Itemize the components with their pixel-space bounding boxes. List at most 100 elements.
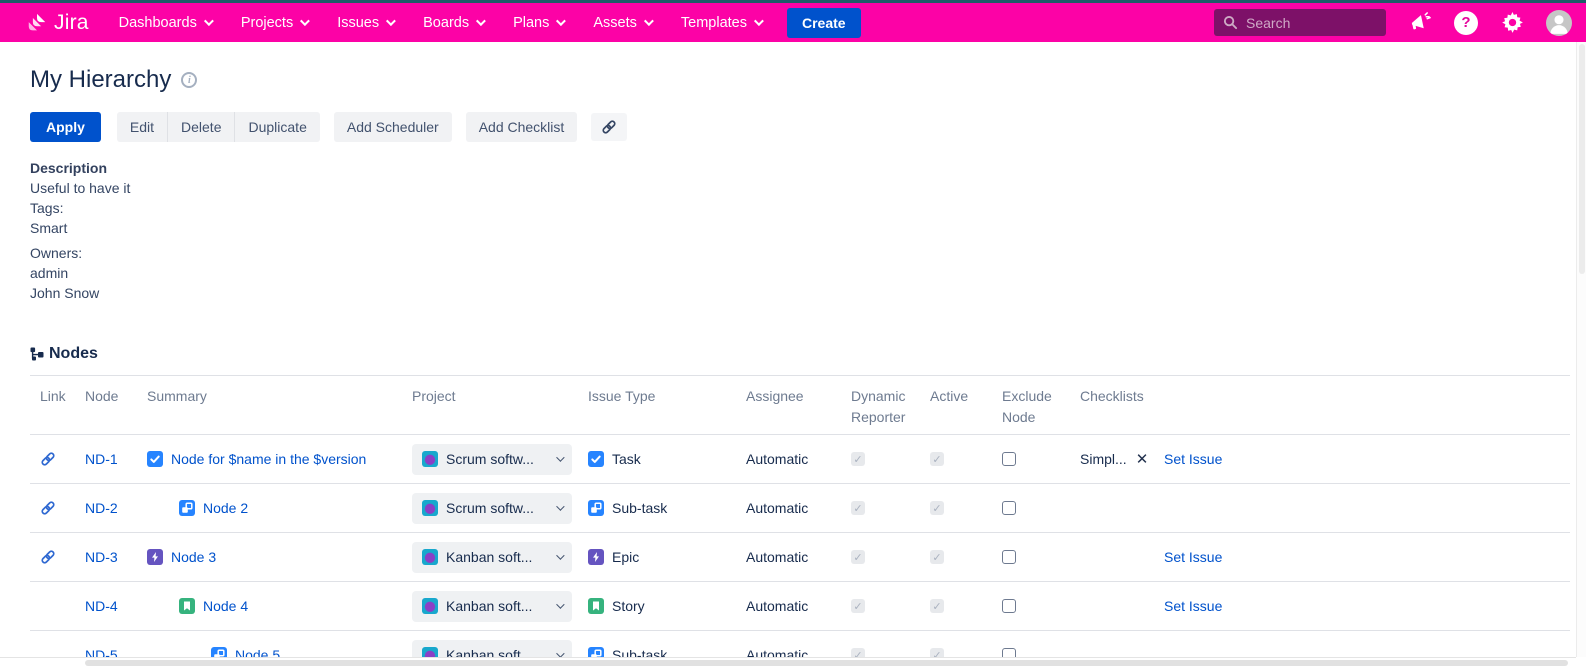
set-issue-link[interactable]: Set Issue [1164, 598, 1222, 614]
checklists-cell: Simpl... ✕Set Issue [1070, 451, 1570, 467]
project-cell: Scrum softw... [402, 444, 578, 475]
exclude-node-checkbox[interactable] [1002, 599, 1016, 613]
node-key-link[interactable]: ND-3 [85, 549, 118, 565]
exclude-node-cell [992, 599, 1070, 613]
description-text: Useful to have it [30, 178, 1570, 198]
link-cell [30, 549, 75, 565]
active-cell: ✓ [920, 501, 992, 515]
node-cell: ND-1 [75, 451, 137, 467]
user-avatar[interactable] [1546, 10, 1572, 36]
table-row: ND-2 Node 2 Scrum softw... Sub-task Auto… [30, 484, 1570, 533]
assignee-cell: Automatic [736, 451, 841, 467]
exclude-node-checkbox[interactable] [1002, 501, 1016, 515]
jira-logo[interactable]: Jira [26, 11, 89, 35]
nav-item-issues[interactable]: Issues [337, 15, 393, 31]
page-title: My Hierarchy [30, 66, 171, 94]
nav-item-templates[interactable]: Templates [681, 15, 761, 31]
horizontal-scrollbar[interactable] [0, 657, 1576, 667]
copy-link-button[interactable] [591, 113, 627, 141]
search-box[interactable] [1214, 9, 1386, 36]
vertical-scrollbar[interactable] [1576, 42, 1586, 657]
dynamic-reporter-checkbox: ✓ [851, 501, 865, 515]
project-avatar-icon [422, 451, 438, 467]
horizontal-scrollbar-thumb[interactable] [85, 660, 1568, 666]
dynamic-reporter-cell: ✓ [841, 550, 920, 564]
project-select[interactable]: Scrum softw... [412, 493, 572, 524]
duplicate-button[interactable]: Duplicate [234, 112, 319, 142]
delete-button[interactable]: Delete [167, 112, 234, 142]
node-key-link[interactable]: ND-4 [85, 598, 118, 614]
col-header-node: Node [75, 376, 137, 434]
project-cell: Kanban soft... [402, 591, 578, 622]
exclude-node-cell [992, 452, 1070, 466]
col-header-assignee: Assignee [736, 376, 841, 434]
search-icon [1223, 15, 1238, 30]
description-heading: Description [30, 158, 1570, 178]
nav-item-boards[interactable]: Boards [423, 15, 483, 31]
set-issue-link[interactable]: Set Issue [1164, 549, 1222, 565]
nodes-table-header: Link Node Summary Project Issue Type Ass… [30, 376, 1570, 435]
issue-type-label: Epic [612, 549, 639, 565]
set-issue-link[interactable]: Set Issue [1164, 451, 1222, 467]
hierarchy-icon [30, 347, 44, 361]
project-select[interactable]: Scrum softw... [412, 444, 572, 475]
table-row: ND-3 Node 3 Kanban soft... Epic Automati… [30, 533, 1570, 582]
subtask-icon [179, 500, 195, 516]
chevron-down-icon [556, 551, 564, 559]
help-icon[interactable]: ? [1454, 11, 1478, 35]
summary-link[interactable]: Node for $name in the $version [171, 451, 366, 467]
edit-button[interactable]: Edit [117, 112, 167, 142]
link-icon[interactable] [40, 549, 56, 565]
exclude-node-cell [992, 550, 1070, 564]
node-cell: ND-3 [75, 549, 137, 565]
col-header-exclude-node: Exclude Node [992, 376, 1070, 434]
exclude-node-checkbox[interactable] [1002, 452, 1016, 466]
nav-item-projects[interactable]: Projects [241, 15, 307, 31]
node-key-link[interactable]: ND-2 [85, 500, 118, 516]
summary-cell: Node 2 [137, 500, 402, 516]
node-key-link[interactable]: ND-1 [85, 451, 118, 467]
nav-item-dashboards[interactable]: Dashboards [119, 15, 211, 31]
col-header-summary: Summary [137, 376, 402, 434]
project-select[interactable]: Kanban soft... [412, 591, 572, 622]
col-header-active: Active [920, 376, 992, 434]
subtask-icon [588, 500, 604, 516]
col-header-issue-type: Issue Type [578, 376, 736, 434]
nav-item-label: Issues [337, 15, 379, 31]
active-cell: ✓ [920, 599, 992, 613]
nav-right: ? [1214, 9, 1572, 36]
tags-label: Tags: [30, 198, 1570, 218]
project-select[interactable]: Kanban soft... [412, 542, 572, 573]
create-button[interactable]: Create [787, 8, 861, 38]
gear-icon[interactable] [1500, 11, 1524, 35]
remove-checklist-icon[interactable]: ✕ [1136, 452, 1149, 467]
issue-type-cell: Task [578, 451, 736, 467]
nav-item-assets[interactable]: Assets [593, 15, 651, 31]
vertical-scrollbar-thumb[interactable] [1579, 44, 1585, 274]
col-header-dynamic-reporter: Dynamic Reporter [841, 376, 920, 434]
exclude-node-checkbox[interactable] [1002, 550, 1016, 564]
announcements-icon[interactable] [1408, 11, 1432, 35]
summary-link[interactable]: Node 3 [171, 549, 216, 565]
apply-button[interactable]: Apply [30, 112, 101, 142]
assignee-cell: Automatic [736, 500, 841, 516]
add-checklist-button[interactable]: Add Checklist [466, 112, 578, 142]
owner-name: admin [30, 263, 1570, 283]
active-checkbox: ✓ [930, 550, 944, 564]
search-input[interactable] [1246, 15, 1366, 31]
toolbar: Apply EditDeleteDuplicate Add Scheduler … [30, 112, 1570, 142]
dynamic-reporter-checkbox: ✓ [851, 599, 865, 613]
info-icon[interactable]: i [181, 72, 197, 88]
link-icon[interactable] [40, 451, 56, 467]
nav-item-label: Projects [241, 15, 293, 31]
issue-type-cell: Epic [578, 549, 736, 565]
issue-type-cell: Story [578, 598, 736, 614]
active-checkbox: ✓ [930, 452, 944, 466]
checklists-cell: Set Issue [1070, 549, 1570, 565]
summary-link[interactable]: Node 2 [203, 500, 248, 516]
nav-item-plans[interactable]: Plans [513, 15, 563, 31]
summary-link[interactable]: Node 4 [203, 598, 248, 614]
link-icon[interactable] [40, 500, 56, 516]
add-scheduler-button[interactable]: Add Scheduler [334, 112, 452, 142]
chevron-down-icon [556, 453, 564, 461]
